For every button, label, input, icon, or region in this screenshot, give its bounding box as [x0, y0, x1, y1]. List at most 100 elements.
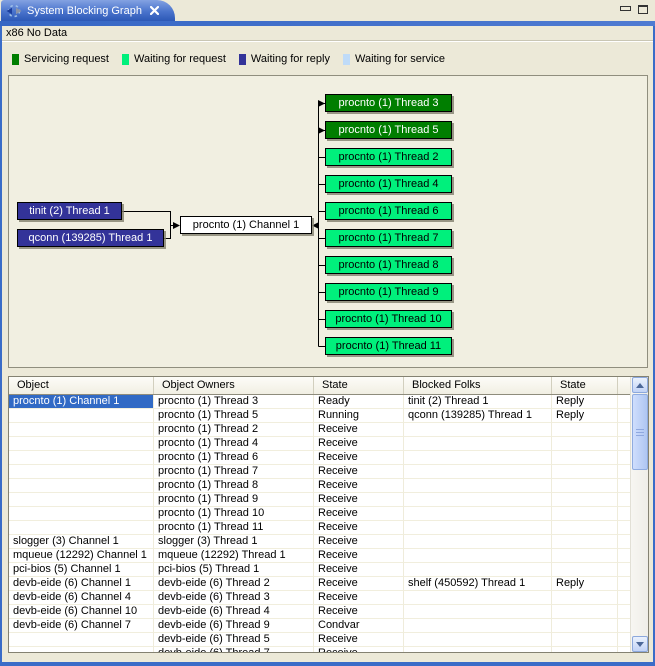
- graph-node-tinit[interactable]: tinit (2) Thread 1: [17, 202, 122, 220]
- table-cell[interactable]: procnto (1) Thread 8: [154, 479, 314, 493]
- maximize-icon[interactable]: [638, 5, 648, 14]
- table-cell[interactable]: [404, 521, 552, 535]
- table-cell[interactable]: [552, 507, 618, 521]
- table-cell[interactable]: procnto (1) Thread 10: [154, 507, 314, 521]
- table-row[interactable]: devb-eide (6) Channel 4devb-eide (6) Thr…: [9, 591, 630, 605]
- graph-node-thread[interactable]: procnto (1) Thread 9: [325, 283, 452, 301]
- table-cell[interactable]: [9, 507, 154, 521]
- column-header-object-owners[interactable]: Object Owners: [154, 377, 314, 394]
- table-cell[interactable]: [404, 437, 552, 451]
- table-cell[interactable]: [9, 451, 154, 465]
- table-cell[interactable]: procnto (1) Thread 4: [154, 437, 314, 451]
- table-cell[interactable]: Receive: [314, 507, 404, 521]
- column-header-state2[interactable]: State: [552, 377, 618, 394]
- table-row[interactable]: procnto (1) Thread 6Receive: [9, 451, 630, 465]
- table-row[interactable]: devb-eide (6) Thread 7Receive: [9, 647, 630, 652]
- graph-node-thread[interactable]: procnto (1) Thread 3: [325, 94, 452, 112]
- table-cell[interactable]: qconn (139285) Thread 1: [404, 409, 552, 423]
- table-cell[interactable]: [552, 423, 618, 437]
- table-cell[interactable]: [404, 647, 552, 652]
- table-cell[interactable]: Receive: [314, 577, 404, 591]
- table-cell[interactable]: [552, 647, 618, 652]
- graph-node-thread[interactable]: procnto (1) Thread 4: [325, 175, 452, 193]
- graph-node-thread[interactable]: procnto (1) Thread 10: [325, 310, 452, 328]
- table-cell[interactable]: Receive: [314, 591, 404, 605]
- table-cell[interactable]: [404, 549, 552, 563]
- graph-node-thread[interactable]: procnto (1) Thread 7: [325, 229, 452, 247]
- table-cell[interactable]: Receive: [314, 647, 404, 652]
- table-cell[interactable]: devb-eide (6) Channel 10: [9, 605, 154, 619]
- tab-system-blocking-graph[interactable]: System Blocking Graph: [1, 0, 175, 21]
- table-cell[interactable]: [9, 409, 154, 423]
- table-row[interactable]: mqueue (12292) Channel 1mqueue (12292) T…: [9, 549, 630, 563]
- graph-node-channel[interactable]: procnto (1) Channel 1: [180, 216, 312, 234]
- table-cell[interactable]: Receive: [314, 479, 404, 493]
- graph-node-thread[interactable]: procnto (1) Thread 11: [325, 337, 452, 355]
- table-cell[interactable]: [552, 521, 618, 535]
- table-cell[interactable]: [552, 549, 618, 563]
- table-cell[interactable]: devb-eide (6) Channel 7: [9, 619, 154, 633]
- table-row[interactable]: devb-eide (6) Channel 7devb-eide (6) Thr…: [9, 619, 630, 633]
- table-cell[interactable]: Receive: [314, 535, 404, 549]
- table-cell[interactable]: Receive: [314, 451, 404, 465]
- table-cell[interactable]: [9, 465, 154, 479]
- table-row[interactable]: devb-eide (6) Channel 10devb-eide (6) Th…: [9, 605, 630, 619]
- table-cell[interactable]: mqueue (12292) Channel 1: [9, 549, 154, 563]
- table-cell[interactable]: Reply: [552, 395, 618, 409]
- table-cell[interactable]: [552, 535, 618, 549]
- table-cell[interactable]: procnto (1) Thread 2: [154, 423, 314, 437]
- table-cell[interactable]: [9, 437, 154, 451]
- table-cell[interactable]: devb-eide (6) Channel 1: [9, 577, 154, 591]
- table-cell[interactable]: [404, 451, 552, 465]
- scrollbar-thumb[interactable]: [632, 394, 648, 470]
- table-cell[interactable]: devb-eide (6) Thread 7: [154, 647, 314, 652]
- table-cell[interactable]: [552, 633, 618, 647]
- table-cell[interactable]: [9, 493, 154, 507]
- table-cell[interactable]: [9, 647, 154, 652]
- table-cell[interactable]: Ready: [314, 395, 404, 409]
- vertical-scrollbar[interactable]: [630, 377, 648, 652]
- table-cell[interactable]: procnto (1) Thread 9: [154, 493, 314, 507]
- table-cell[interactable]: Receive: [314, 605, 404, 619]
- column-header-blocked-folks[interactable]: Blocked Folks: [404, 377, 552, 394]
- table-row[interactable]: procnto (1) Thread 11Receive: [9, 521, 630, 535]
- minimize-icon[interactable]: [620, 5, 630, 14]
- table-cell[interactable]: Receive: [314, 437, 404, 451]
- table-cell[interactable]: Condvar: [314, 619, 404, 633]
- scroll-down-icon[interactable]: [632, 636, 648, 652]
- table-cell[interactable]: devb-eide (6) Thread 4: [154, 605, 314, 619]
- table-cell[interactable]: [9, 633, 154, 647]
- table-cell[interactable]: [552, 479, 618, 493]
- table-cell[interactable]: pci-bios (5) Thread 1: [154, 563, 314, 577]
- table-cell[interactable]: [404, 479, 552, 493]
- table-cell[interactable]: Receive: [314, 423, 404, 437]
- column-header-state[interactable]: State: [314, 377, 404, 394]
- table-row[interactable]: procnto (1) Thread 10Receive: [9, 507, 630, 521]
- table-cell[interactable]: [552, 451, 618, 465]
- table-cell[interactable]: [9, 479, 154, 493]
- table-cell[interactable]: Receive: [314, 563, 404, 577]
- table-cell[interactable]: Receive: [314, 521, 404, 535]
- table-cell[interactable]: [552, 591, 618, 605]
- table-cell[interactable]: Receive: [314, 465, 404, 479]
- table-cell[interactable]: slogger (3) Channel 1: [9, 535, 154, 549]
- table-row[interactable]: devb-eide (6) Channel 1devb-eide (6) Thr…: [9, 577, 630, 591]
- table-cell[interactable]: [404, 493, 552, 507]
- table-cell[interactable]: Receive: [314, 549, 404, 563]
- graph-node-thread[interactable]: procnto (1) Thread 6: [325, 202, 452, 220]
- close-icon[interactable]: [148, 4, 162, 18]
- column-header-object[interactable]: Object: [9, 377, 154, 394]
- table-cell[interactable]: [404, 563, 552, 577]
- graph-node-qconn[interactable]: qconn (139285) Thread 1: [17, 229, 164, 247]
- table-cell[interactable]: Running: [314, 409, 404, 423]
- table-cell[interactable]: [552, 465, 618, 479]
- table-cell[interactable]: devb-eide (6) Thread 3: [154, 591, 314, 605]
- table-cell[interactable]: [9, 423, 154, 437]
- table-cell[interactable]: [404, 465, 552, 479]
- table-cell[interactable]: [404, 423, 552, 437]
- graph-node-thread[interactable]: procnto (1) Thread 5: [325, 121, 452, 139]
- table-cell[interactable]: [552, 493, 618, 507]
- table-cell[interactable]: devb-eide (6) Thread 2: [154, 577, 314, 591]
- table-row[interactable]: procnto (1) Thread 2Receive: [9, 423, 630, 437]
- table-row[interactable]: procnto (1) Thread 7Receive: [9, 465, 630, 479]
